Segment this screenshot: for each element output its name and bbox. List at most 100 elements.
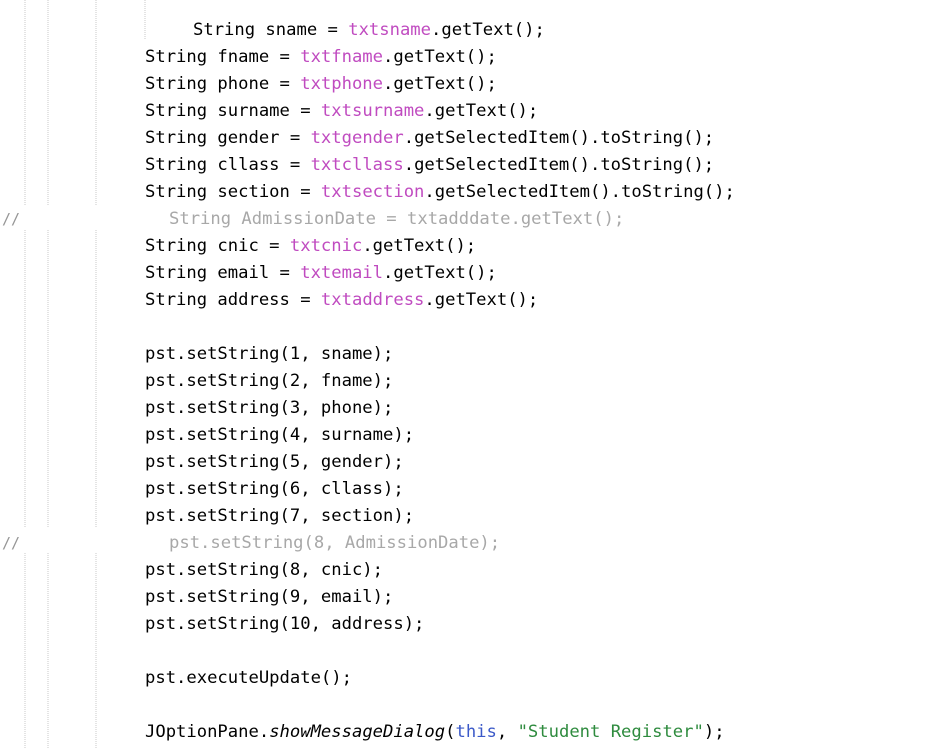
code-token: "Student Register" (517, 722, 704, 742)
code-line[interactable]: pst.setString(8, cnic); (0, 557, 945, 584)
code-token: .getText(); (383, 47, 497, 67)
code-line[interactable]: String phone = txtphone.getText(); (0, 71, 945, 98)
code-line[interactable]: String gender = txtgender.getSelectedIte… (0, 125, 945, 152)
code-token: pst.setString(3, phone); (145, 398, 394, 418)
code-line[interactable]: String fname = txtfname.getText(); (0, 44, 945, 71)
code-token: .getSelectedItem().toString(); (403, 128, 715, 148)
code-token: String gender = (145, 128, 311, 148)
code-token: String email = (145, 263, 301, 283)
code-token: .getText(); (424, 290, 539, 310)
code-token: String cllass = (145, 155, 311, 175)
code-text: String surname = txtsurname.getText(); (145, 98, 538, 125)
code-token: pst.setString(2, fname); (145, 371, 394, 391)
code-token: .getText(); (383, 263, 497, 283)
code-token: txtsname (348, 20, 432, 40)
code-text: pst.setString(3, phone); (145, 395, 393, 422)
code-token: ( (445, 722, 456, 742)
code-text: String cnic = txtcnic.getText(); (145, 233, 476, 260)
code-text: String cllass = txtcllass.getSelectedIte… (145, 152, 714, 179)
code-text: pst.setString(8, cnic); (145, 557, 383, 584)
comment-marker: // (2, 534, 21, 552)
code-line[interactable]: String section = txtsection.getSelectedI… (0, 179, 945, 206)
code-text: pst.setString(8, AdmissionDate); (169, 530, 500, 557)
code-line[interactable]: String surname = txtsurname.getText(); (0, 98, 945, 125)
code-token: .getSelectedItem().toString(); (424, 182, 735, 202)
code-text: pst.setString(1, sname); (145, 341, 393, 368)
code-line[interactable]: pst.setString(1, sname); (0, 341, 945, 368)
code-line[interactable]: pst.setString(7, section); (0, 503, 945, 530)
code-token: String surname = (145, 101, 321, 121)
code-token: txtsurname (320, 101, 425, 121)
code-token: pst.setString(4, surname); (145, 425, 415, 445)
code-text: pst.setString(7, section); (145, 503, 414, 530)
code-token: txtaddress (320, 290, 425, 310)
code-text: pst.setString(4, surname); (145, 422, 414, 449)
code-token: pst.setString(6, cllass); (145, 479, 404, 499)
code-text: pst.executeUpdate(); (145, 665, 352, 692)
code-token: pst.setString(9, email); (145, 587, 394, 607)
code-token: .getText(); (424, 101, 539, 121)
code-text: pst.setString(9, email); (145, 584, 393, 611)
code-line[interactable]: pst.setString(10, address); (0, 611, 945, 638)
code-text: String section = txtsection.getSelectedI… (145, 179, 735, 206)
code-token: String section = (145, 182, 321, 202)
code-token: ); (703, 722, 725, 742)
comment-marker: // (2, 210, 21, 228)
code-token: txtcllass (310, 155, 404, 175)
code-line[interactable]: pst.executeUpdate(); (0, 665, 945, 692)
code-line[interactable]: String cllass = txtcllass.getSelectedIte… (0, 152, 945, 179)
code-token: txtgender (310, 128, 404, 148)
code-line[interactable] (0, 692, 945, 719)
code-token: txtcnic (289, 236, 363, 256)
code-line[interactable]: String sname = txtsname.getText(); (0, 17, 945, 44)
code-token: String phone = (145, 74, 301, 94)
code-text: String phone = txtphone.getText(); (145, 71, 497, 98)
code-token: txtemail (300, 263, 384, 283)
code-line[interactable]: pst.setString(2, fname); (0, 368, 945, 395)
code-token: pst.setString(7, section); (145, 506, 415, 526)
code-text: String gender = txtgender.getSelectedIte… (145, 125, 714, 152)
code-token: String address = (145, 290, 321, 310)
code-token: txtsection (320, 182, 425, 202)
code-token: .getText(); (383, 74, 497, 94)
code-text: String fname = txtfname.getText(); (145, 44, 497, 71)
code-token: pst.setString(8, cnic); (145, 560, 383, 580)
code-line[interactable]: pst.setString(4, surname); (0, 422, 945, 449)
code-line[interactable]: String address = txtaddress.getText(); (0, 287, 945, 314)
code-token: this (455, 722, 497, 742)
code-token: pst.setString(1, sname); (145, 344, 394, 364)
code-token: , (496, 722, 518, 742)
code-line[interactable]: JOptionPane.showMessageDialog(this, "Stu… (0, 719, 945, 746)
code-text: String email = txtemail.getText(); (145, 260, 497, 287)
code-token: String sname = (193, 20, 349, 40)
code-text: String sname = txtsname.getText(); (193, 17, 545, 44)
code-token: String fname = (145, 47, 301, 67)
code-line[interactable] (0, 638, 945, 665)
code-line[interactable]: // pst.setString(8, AdmissionDate); (0, 530, 945, 557)
code-line[interactable]: String cnic = txtcnic.getText(); (0, 233, 945, 260)
code-text: String AdmissionDate = txtadddate.getTex… (169, 206, 624, 233)
code-line[interactable]: String email = txtemail.getText(); (0, 260, 945, 287)
code-token: JOptionPane. (145, 722, 270, 742)
code-line[interactable]: pst.setString(3, phone); (0, 395, 945, 422)
code-token: .getText(); (362, 236, 477, 256)
code-line[interactable]: // String AdmissionDate = txtadddate.getT… (0, 206, 945, 233)
code-token: String cnic = (145, 236, 290, 256)
code-token: pst.setString(8, AdmissionDate); (169, 533, 501, 553)
code-line[interactable]: pst.setString(9, email); (0, 584, 945, 611)
code-text: pst.setString(6, cllass); (145, 476, 404, 503)
code-line[interactable]: pst.setString(5, gender); (0, 449, 945, 476)
code-token: String AdmissionDate = txtadddate.getTex… (169, 209, 625, 229)
code-token: pst.setString(10, address); (145, 614, 425, 634)
code-editor[interactable]: String sname = txtsname.getText(); String… (0, 0, 945, 748)
code-token: txtfname (300, 47, 384, 67)
code-text: String address = txtaddress.getText(); (145, 287, 538, 314)
code-text: pst.setString(10, address); (145, 611, 424, 638)
code-text: pst.setString(5, gender); (145, 449, 404, 476)
code-token: .getText(); (431, 20, 545, 40)
code-token: showMessageDialog (269, 722, 446, 742)
code-text: JOptionPane.showMessageDialog(this, "Stu… (145, 719, 725, 746)
code-line[interactable]: pst.setString(6, cllass); (0, 476, 945, 503)
code-line[interactable] (0, 314, 945, 341)
code-token: pst.setString(5, gender); (145, 452, 404, 472)
